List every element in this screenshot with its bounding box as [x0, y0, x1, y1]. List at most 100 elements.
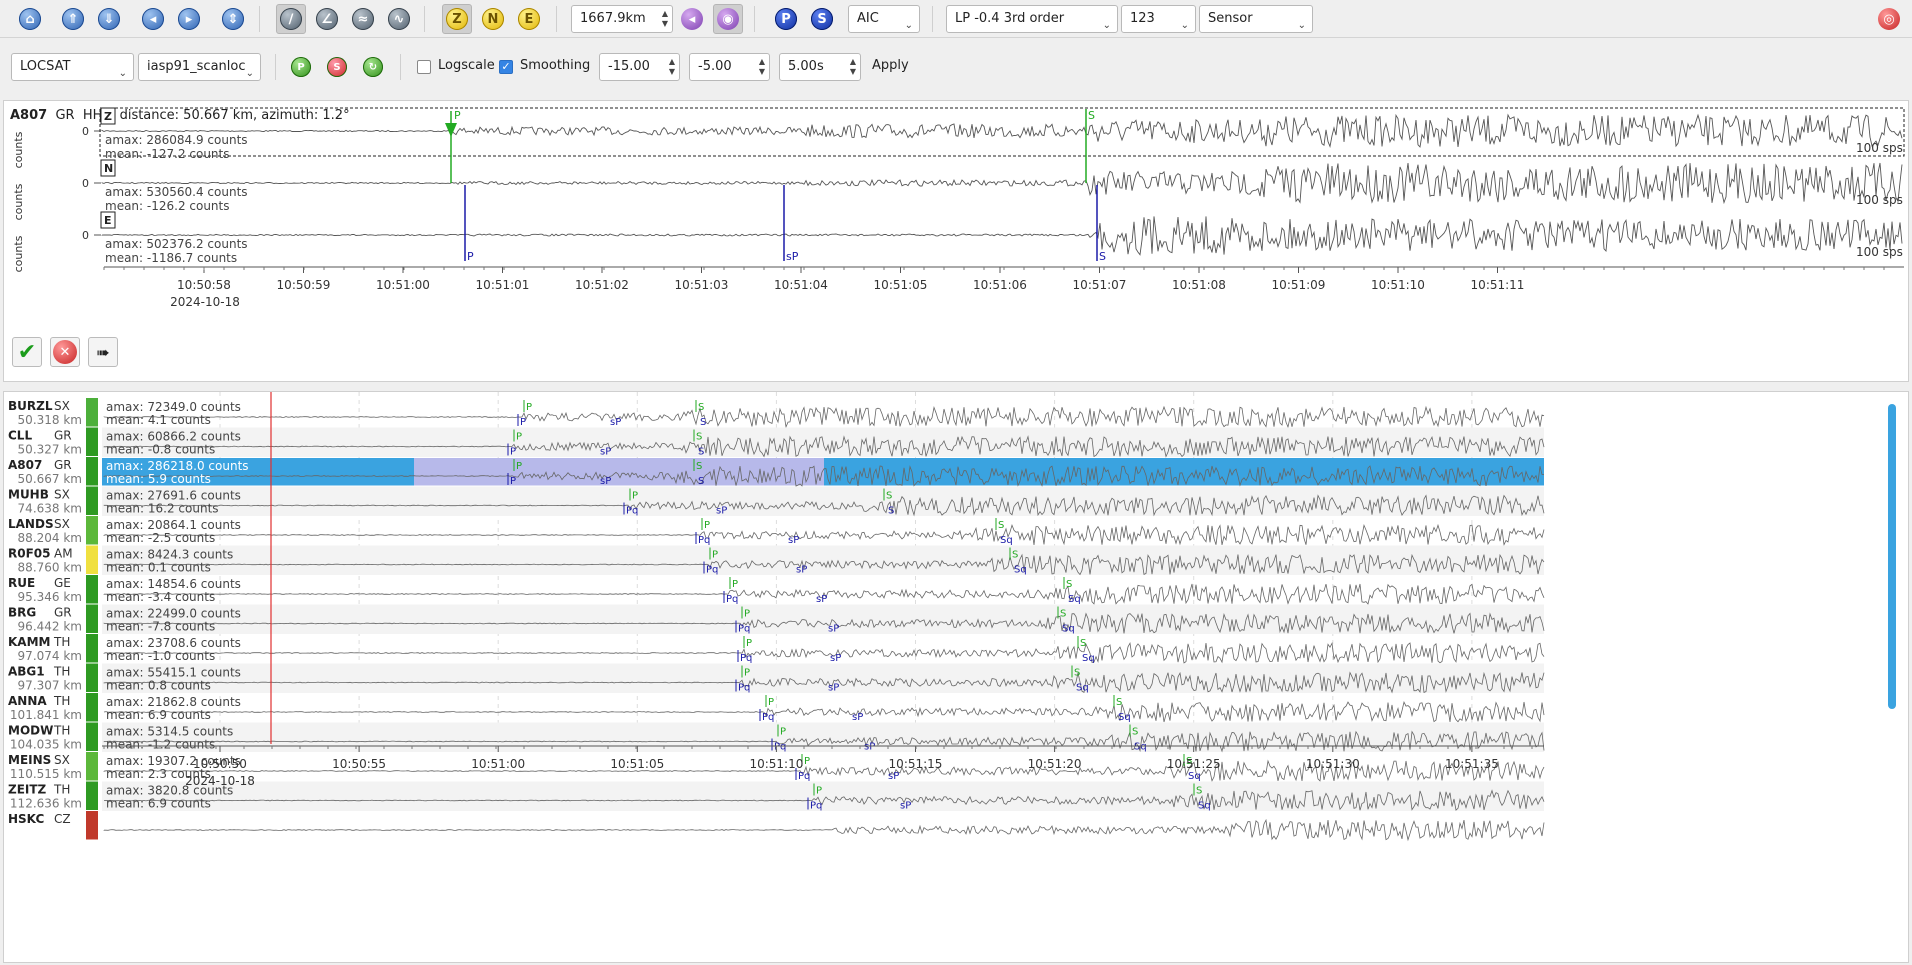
component-e-button[interactable]: E [514, 4, 544, 34]
zoom-trace-canvas[interactable]: counts 0 Zamax: 286084.9 countsmean: -127.… [4, 101, 1908, 381]
component-z-button[interactable]: Z [442, 4, 472, 34]
theoretical-pick-label: Sq [1062, 624, 1075, 635]
scroll-down-icon: ⇓ [98, 8, 120, 30]
units-select[interactable]: Sensor ⌄ [1199, 5, 1313, 33]
spin-up-icon[interactable]: ▲ [669, 58, 675, 66]
send-button[interactable]: ➠ [88, 337, 118, 367]
reject-icon: ✕ [53, 340, 77, 364]
time-tick-label: 10:50:59 [277, 278, 331, 292]
spin-down-icon[interactable]: ▼ [662, 20, 668, 28]
relocate-button[interactable]: ↻ [358, 52, 388, 82]
pick-tool-button[interactable]: ∕ [276, 4, 306, 34]
sort-distance-button[interactable]: ◂ [677, 4, 707, 34]
component-n-button[interactable]: N [478, 4, 508, 34]
vertical-scrollbar[interactable] [1888, 404, 1896, 709]
station-network: GR [54, 606, 72, 620]
station-code: KAMM [8, 635, 50, 649]
theoretical-pick-label: sP [786, 250, 799, 263]
theoretical-pick-label: sP [852, 712, 863, 723]
target-button[interactable]: ◎ [1874, 4, 1904, 34]
spin-down-icon[interactable]: ▼ [759, 68, 765, 76]
theoretical-pick-label: Pq [726, 594, 738, 605]
overview-canvas[interactable]: BURZL SX50.318 kmamax: 72349.0 countsmean… [4, 392, 1908, 962]
pick-label: P [454, 109, 461, 122]
window-value: 5.00s [788, 59, 824, 74]
zero-tick: 0 [82, 229, 89, 242]
waveform [103, 523, 1545, 547]
scroll-up-icon: ⇑ [62, 8, 84, 30]
quality-bar [86, 781, 98, 810]
picker-select[interactable]: AIC ⌄ [848, 5, 920, 33]
overview-tick-label: 10:51:30 [1306, 757, 1360, 771]
distance-spinbox[interactable]: 1667.9km ▲ ▼ [571, 5, 673, 33]
separator [424, 6, 425, 32]
station-distance: 50.327 km [18, 443, 82, 457]
refresh-icon: ↻ [363, 57, 383, 77]
amax-label: amax: 5314.5 counts [106, 725, 233, 739]
theoretical-pick-label: P [467, 250, 474, 263]
station-distance: 95.346 km [18, 590, 82, 604]
time-tick-label: 10:51:06 [973, 278, 1027, 292]
window-spinbox[interactable]: 5.00s ▲ ▼ [779, 53, 861, 81]
y-axis-label: counts [12, 131, 25, 168]
profile-select[interactable]: iasp91_scanloc ⌄ [138, 53, 261, 81]
manual-pick-label: P [816, 786, 822, 797]
time-tick-label: 10:51:10 [1371, 278, 1425, 292]
station-code: LANDS [8, 517, 54, 531]
spin-up-icon[interactable]: ▲ [850, 58, 856, 66]
station-network: TH [53, 635, 70, 649]
z-component-icon: Z [446, 8, 468, 30]
to-spinbox[interactable]: -5.00 ▲ ▼ [689, 53, 770, 81]
spin-up-icon[interactable]: ▲ [662, 10, 668, 18]
logscale-checkbox[interactable] [417, 60, 431, 74]
theoretical-pick-label: Pq [738, 624, 750, 635]
spin-up-icon[interactable]: ▲ [759, 58, 765, 66]
relocate-s-button[interactable]: S [322, 52, 352, 82]
theoretical-pick-label: Pq [626, 506, 638, 517]
amax-label: amax: 530560.4 counts [105, 185, 248, 199]
pick-s-button[interactable]: S [807, 4, 837, 34]
accept-button[interactable]: ✔ [12, 337, 42, 367]
align-icon: ≈ [352, 8, 374, 30]
amax-label: amax: 22499.0 counts [106, 607, 241, 621]
components-select[interactable]: 123 ⌄ [1121, 5, 1196, 33]
to-value: -5.00 [698, 59, 732, 74]
apply-button[interactable]: Apply [872, 58, 909, 73]
manual-pick-label: S [1060, 609, 1066, 620]
pick-p-button[interactable]: P [771, 4, 801, 34]
time-tick-label: 10:51:05 [874, 278, 928, 292]
waveform [101, 162, 1903, 205]
home-button[interactable]: ⌂ [15, 4, 45, 34]
station-network: SX [54, 517, 70, 531]
collapse-button[interactable]: ⇕ [218, 4, 248, 34]
align-button[interactable]: ≈ [348, 4, 378, 34]
zoom-trace-panel: A807 GR HHZ, distance: 50.667 km, azimut… [3, 100, 1909, 382]
theoretical-pick-label: sP [600, 447, 611, 458]
theoretical-pick-label: sP [888, 771, 899, 782]
manual-pick-label: P [704, 520, 710, 531]
relocate-p-button[interactable]: P [286, 52, 316, 82]
spin-down-icon[interactable]: ▼ [669, 68, 675, 76]
smoothing-checkbox[interactable]: ✓ [499, 60, 513, 74]
scroll-down-button[interactable]: ⇓ [94, 4, 124, 34]
theoretical-pick-label: S [888, 506, 894, 517]
sort-azimuth-button[interactable]: ◉ [713, 4, 743, 34]
previous-button[interactable]: ◂ [138, 4, 168, 34]
from-spinbox[interactable]: -15.00 ▲ ▼ [599, 53, 680, 81]
filter-select[interactable]: LP -0.4 3rd order ⌄ [946, 5, 1118, 33]
next-button[interactable]: ▸ [174, 4, 204, 34]
spin-down-icon[interactable]: ▼ [850, 68, 856, 76]
waveform [101, 113, 1903, 148]
locator-select[interactable]: LOCSAT ⌄ [11, 53, 134, 81]
station-network: SX [54, 399, 70, 413]
mean-label: mean: -2.5 counts [106, 531, 215, 545]
manual-pick-label: P [744, 668, 750, 679]
scroll-up-button[interactable]: ⇑ [58, 4, 88, 34]
from-value: -15.00 [608, 59, 650, 74]
measure-button[interactable]: ∿ [384, 4, 414, 34]
zoom-tool-button[interactable]: ∠ [312, 4, 342, 34]
quality-bar [86, 545, 98, 574]
reject-button[interactable]: ✕ [50, 337, 80, 367]
quality-bar [86, 634, 98, 663]
theoretical-pick-label: Sq [1014, 565, 1027, 576]
